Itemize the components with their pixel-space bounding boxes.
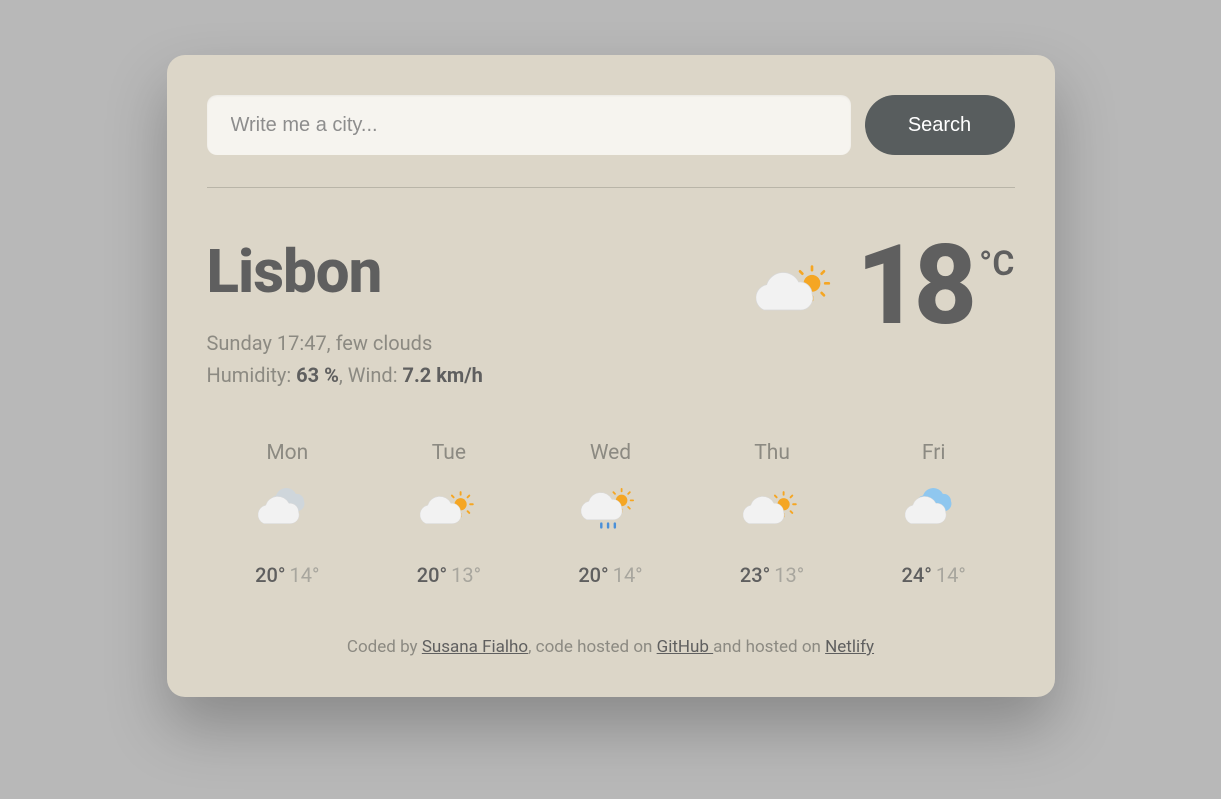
forecast-day: Mon 20°14°	[207, 441, 369, 587]
netlify-link[interactable]: Netlify	[825, 637, 874, 657]
partly-cloudy-icon	[420, 483, 478, 541]
forecast-temps: 20°13°	[368, 563, 530, 587]
partly-cloudy-icon	[743, 483, 801, 541]
forecast-day-name: Thu	[691, 441, 853, 465]
forecast-hi: 23°	[740, 563, 770, 587]
forecast-lo: 13°	[451, 563, 481, 587]
weather-card: Search Lisbon Sunday 17:47, few clouds H…	[167, 55, 1055, 697]
footer: Coded by Susana Fialho, code hosted on G…	[207, 637, 1015, 657]
forecast-day-name: Wed	[530, 441, 692, 465]
city-name: Lisbon	[207, 236, 757, 307]
forecast-day: Thu 23°13°	[691, 441, 853, 587]
cloudy-icon	[258, 483, 316, 541]
footer-text: , code hosted on	[528, 637, 657, 657]
forecast-row: Mon 20°14° Tue 20°13° Wed 20°14° Thu 23°…	[207, 441, 1015, 587]
current-weather: Lisbon Sunday 17:47, few clouds Humidity…	[207, 236, 1015, 391]
forecast-day-name: Tue	[368, 441, 530, 465]
forecast-day-name: Mon	[207, 441, 369, 465]
forecast-hi: 20°	[255, 563, 285, 587]
forecast-hi: 24°	[902, 563, 932, 587]
cloudy-blue-icon	[905, 483, 963, 541]
rain-sun-icon	[581, 483, 639, 541]
forecast-day: Tue 20°13°	[368, 441, 530, 587]
forecast-day: Fri 24°14°	[853, 441, 1015, 587]
wind-value: 7.2 km/h	[403, 363, 483, 387]
forecast-day-name: Fri	[853, 441, 1015, 465]
humidity-label: Humidity:	[207, 363, 297, 387]
forecast-day: Wed 20°14°	[530, 441, 692, 587]
forecast-temps: 24°14°	[853, 563, 1015, 587]
search-button[interactable]: Search	[865, 95, 1015, 155]
search-row: Search	[207, 95, 1015, 188]
forecast-hi: 20°	[417, 563, 447, 587]
forecast-lo: 14°	[936, 563, 966, 587]
forecast-lo: 14°	[290, 563, 320, 587]
current-right: 18 °C	[756, 236, 1014, 335]
footer-text: and hosted on	[713, 637, 825, 657]
humidity-wind: Humidity: 63 %, Wind: 7.2 km/h	[207, 359, 757, 391]
footer-text: Coded by	[347, 637, 422, 657]
current-left: Lisbon Sunday 17:47, few clouds Humidity…	[207, 236, 757, 391]
forecast-lo: 14°	[613, 563, 643, 587]
forecast-temps: 23°13°	[691, 563, 853, 587]
city-search-input[interactable]	[207, 95, 851, 155]
forecast-lo: 13°	[774, 563, 804, 587]
github-link[interactable]: GitHub	[657, 637, 714, 657]
datetime-description: Sunday 17:47, few clouds	[207, 327, 757, 359]
wind-sep: , Wind:	[339, 363, 403, 387]
current-weather-icon	[756, 254, 836, 334]
temperature-unit: °C	[979, 244, 1014, 284]
humidity-value: 63 %	[296, 363, 339, 387]
temperature-wrap: 18 °C	[856, 236, 1014, 335]
author-link[interactable]: Susana Fialho	[422, 637, 528, 657]
forecast-temps: 20°14°	[207, 563, 369, 587]
current-temperature: 18	[856, 236, 971, 335]
forecast-hi: 20°	[578, 563, 608, 587]
forecast-temps: 20°14°	[530, 563, 692, 587]
